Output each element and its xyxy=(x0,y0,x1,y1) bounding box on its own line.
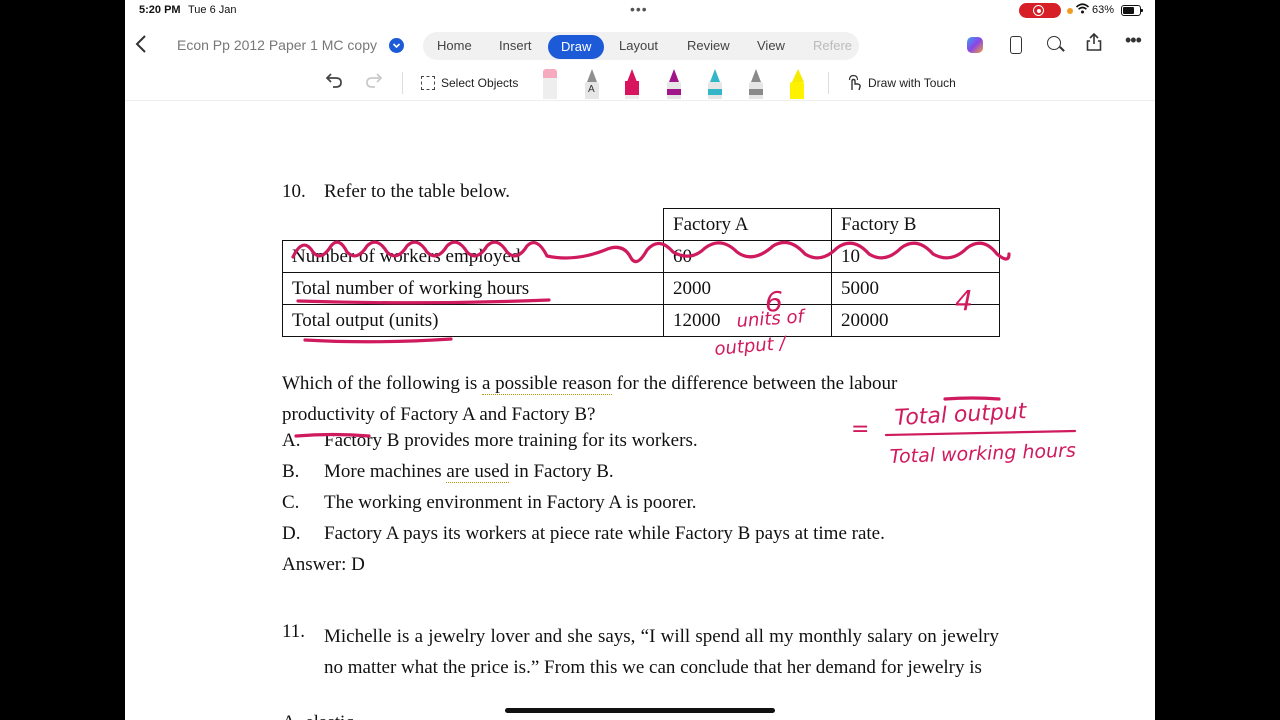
grammar-flag-text[interactable]: a possible reason xyxy=(482,373,612,395)
screen-recording-icon[interactable] xyxy=(1019,3,1061,18)
select-objects-icon[interactable] xyxy=(421,76,435,90)
data-table: Factory A Factory B Number of workers em… xyxy=(282,208,1000,337)
draw-toolbar: Select Objects A Draw with Touch xyxy=(125,66,1155,101)
table-header-row: Factory A Factory B xyxy=(282,208,1000,241)
option-text: More machines are used in Factory B. xyxy=(324,461,614,483)
option-text: Factory B provides more training for its… xyxy=(324,430,698,452)
status-bar: 5:20 PM Tue 6 Jan ••• 63% xyxy=(125,0,1155,22)
battery-icon xyxy=(1121,5,1143,16)
tab-references[interactable]: Refere xyxy=(813,38,852,53)
question-text-line: productivity of Factory A and Factory B? xyxy=(282,404,596,425)
answer-key: Answer: D xyxy=(282,554,365,575)
question-number: 10. xyxy=(282,181,306,202)
table-row: Number of workers employed 60 10 xyxy=(282,240,1000,273)
home-indicator[interactable] xyxy=(505,708,775,713)
mobile-view-icon[interactable] xyxy=(1010,36,1022,54)
more-options-icon[interactable]: ••• xyxy=(1125,30,1142,51)
partially-visible-option: A. elastic xyxy=(282,712,354,720)
tab-layout[interactable]: Layout xyxy=(619,38,658,53)
option-letter: B. xyxy=(282,461,300,482)
redo-icon[interactable] xyxy=(365,71,383,95)
draw-with-touch-label[interactable]: Draw with Touch xyxy=(868,76,956,90)
question-stem: Refer to the table below. xyxy=(324,181,511,202)
tab-draw[interactable]: Draw xyxy=(548,35,605,59)
search-icon[interactable] xyxy=(1047,36,1061,50)
status-time: 5:20 PM xyxy=(139,4,181,16)
select-objects-label[interactable]: Select Objects xyxy=(441,76,518,90)
tab-review[interactable]: Review xyxy=(687,38,730,53)
table-cell: Number of workers employed xyxy=(282,240,664,273)
back-chevron-icon[interactable] xyxy=(135,34,147,60)
table-cell: 20000 xyxy=(831,304,1000,337)
draw-with-touch-icon[interactable] xyxy=(847,74,862,94)
title-bar: Econ Pp 2012 Paper 1 MC copy Home Insert… xyxy=(125,28,1155,64)
status-date: Tue 6 Jan xyxy=(188,4,237,16)
pen-tool-grey[interactable] xyxy=(747,69,765,99)
option-letter: A. xyxy=(282,430,301,451)
table-cell: 5000 xyxy=(831,272,1000,305)
text-run: Factory A pays its workers at piece rate… xyxy=(324,523,885,544)
text-run: More machines xyxy=(324,461,447,482)
wifi-icon xyxy=(1075,3,1090,17)
text-run: The working environment in Factory A is … xyxy=(324,492,697,513)
table-row: Total output (units) 12000 20000 xyxy=(282,304,1000,337)
toolbar-divider xyxy=(828,72,829,94)
text-run: Factory B provides more training for its… xyxy=(324,430,698,451)
multitasking-dots-icon[interactable]: ••• xyxy=(630,1,648,17)
document-title[interactable]: Econ Pp 2012 Paper 1 MC copy xyxy=(177,37,377,53)
share-icon[interactable] xyxy=(1086,32,1102,56)
grammar-flag-text[interactable]: are used xyxy=(446,461,510,483)
table-header-cell xyxy=(282,208,664,241)
ribbon-tabs: Home Insert Draw Layout Review View Refe… xyxy=(423,32,859,60)
text-run: in Factory B. xyxy=(509,461,614,482)
option-text: The working environment in Factory A is … xyxy=(324,492,697,514)
table-header-cell: Factory B xyxy=(831,208,1000,241)
text-run: for the difference between the labour xyxy=(611,373,898,394)
table-cell: Total output (units) xyxy=(282,304,664,337)
pen-tool-teal[interactable] xyxy=(706,69,724,99)
table-cell: 60 xyxy=(663,240,832,273)
table-cell: 12000 xyxy=(663,304,832,337)
option-text: Factory A pays its workers at piece rate… xyxy=(324,523,885,545)
table-cell: 2000 xyxy=(663,272,832,305)
document-page[interactable]: 10. Refer to the table below. Factory A … xyxy=(125,101,1155,720)
eraser-tool[interactable] xyxy=(541,69,559,99)
tab-home[interactable]: Home xyxy=(437,38,472,53)
pen-tool-red[interactable] xyxy=(623,69,641,99)
undo-icon[interactable] xyxy=(325,71,343,95)
highlighter-tool-yellow[interactable] xyxy=(788,69,806,99)
tab-insert[interactable]: Insert xyxy=(499,38,532,53)
option-letter: C. xyxy=(282,492,300,513)
table-cell: 10 xyxy=(831,240,1000,273)
toolbar-divider xyxy=(402,72,403,94)
option-letter: D. xyxy=(282,523,301,544)
question-text: Michelle is a jewelry lover and she says… xyxy=(324,626,999,678)
pencil-tool[interactable]: A xyxy=(583,69,601,99)
question-text-line: Which of the following is a possible rea… xyxy=(282,368,999,399)
tab-view[interactable]: View xyxy=(757,38,785,53)
battery-percentage: 63% xyxy=(1092,4,1115,16)
pen-tool-purple[interactable] xyxy=(665,69,683,99)
question-number: 11. xyxy=(282,621,306,642)
ipad-screen: 5:20 PM Tue 6 Jan ••• 63% Econ Pp 2012 P… xyxy=(125,0,1155,720)
mic-indicator-icon xyxy=(1067,8,1073,14)
title-dropdown-chevron-icon[interactable] xyxy=(389,38,404,53)
table-cell: Total number of working hours xyxy=(282,272,664,305)
text-run: Which of the following is xyxy=(282,373,482,394)
table-header-cell: Factory A xyxy=(663,208,832,241)
table-row: Total number of working hours 2000 5000 xyxy=(282,272,1000,305)
copilot-icon[interactable] xyxy=(967,37,983,53)
